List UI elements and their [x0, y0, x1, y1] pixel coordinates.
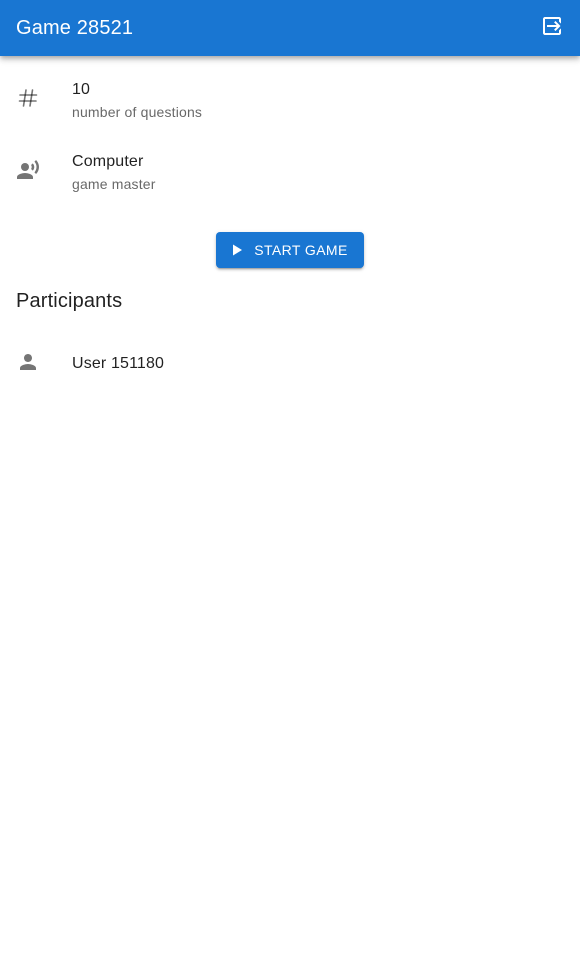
- participants-list: User 151180: [0, 340, 580, 388]
- game-master-label: game master: [72, 175, 156, 192]
- list-item-question-count: 10 number of questions: [0, 64, 580, 136]
- app-bar: Game 28521: [0, 0, 580, 56]
- list-item: User 151180: [0, 340, 580, 388]
- game-settings-list: 10 number of questions Computer game mas…: [0, 64, 580, 208]
- list-item-game-master: Computer game master: [0, 136, 580, 208]
- hash-icon: [16, 86, 40, 115]
- play-icon: [230, 243, 244, 257]
- start-game-button[interactable]: Start Game: [216, 232, 364, 268]
- participants-heading: Participants: [16, 290, 123, 312]
- record-voice-icon: [16, 158, 40, 187]
- person-icon: [16, 350, 40, 379]
- participant-name: User 151180: [72, 355, 165, 372]
- question-count-value: 10: [72, 80, 91, 98]
- game-master-value: Computer: [72, 152, 144, 170]
- start-game-label: Start Game: [254, 242, 348, 258]
- page-title: Game 28521: [16, 16, 134, 39]
- question-count-label: number of questions: [72, 103, 203, 120]
- logout-icon: [540, 14, 564, 43]
- logout-button[interactable]: [532, 8, 572, 48]
